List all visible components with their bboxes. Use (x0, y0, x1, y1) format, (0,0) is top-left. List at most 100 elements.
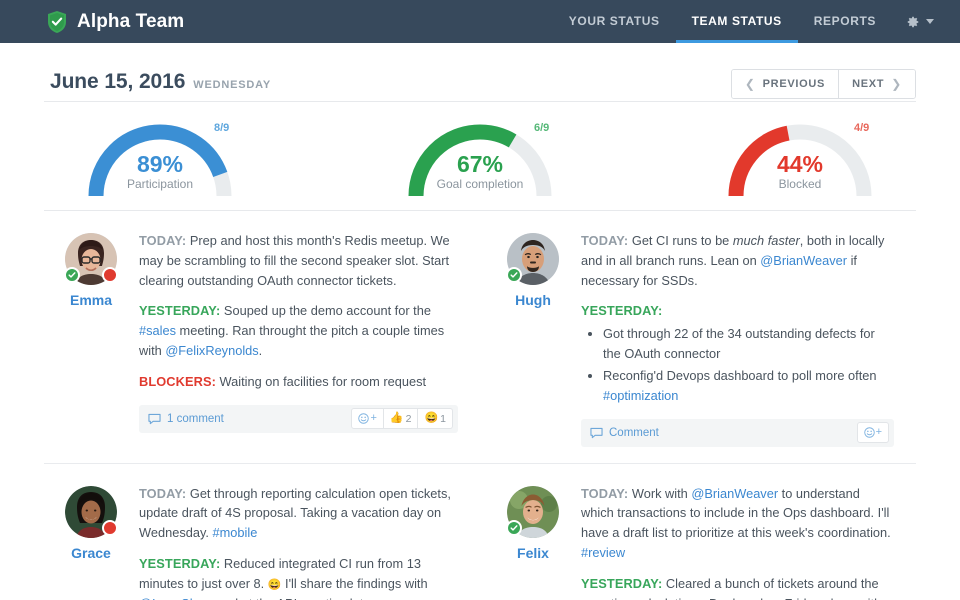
user-name[interactable]: Hugh (502, 292, 564, 308)
yesterday-text-c: and at the API meeting later. (213, 596, 378, 600)
brand-name: Alpha Team (77, 10, 185, 32)
today-paragraph: TODAY: Prep and host this month's Redis … (139, 231, 458, 290)
hashtag-link[interactable]: #sales (139, 323, 176, 338)
reactions-group: + (856, 422, 889, 444)
gauge-value: 67% (456, 151, 504, 177)
yesterday-paragraph: YESTERDAY: (581, 301, 894, 321)
today-text-a: Get CI runs to be (631, 233, 733, 248)
today-label: TODAY: (139, 233, 187, 248)
blockers-label: BLOCKERS: (139, 373, 216, 389)
status-card-hugh: Hugh TODAY: Get CI runs to be much faste… (480, 211, 916, 463)
hashtag-link[interactable]: #mobile (213, 525, 258, 540)
next-button[interactable]: NEXT ❯ (838, 70, 915, 98)
yesterday-label: YESTERDAY: (139, 303, 221, 319)
today-paragraph: TODAY: Get through reporting calculation… (139, 484, 458, 543)
today-label: TODAY: (581, 233, 629, 248)
add-reaction-icon: + (358, 412, 377, 425)
comments-count-label: 1 comment (167, 412, 224, 425)
gauge-blocked: 44% Blocked 4/9 (640, 116, 960, 204)
brand[interactable]: Alpha Team (46, 10, 184, 34)
reaction-thumbsup[interactable]: 👍 2 (383, 408, 419, 430)
bullet-text: Reconfig'd Devops dashboard to poll more… (603, 367, 877, 383)
yesterday-paragraph: YESTERDAY: Cleared a bunch of tickets ar… (581, 574, 894, 600)
page-title: June 15, 2016 (50, 70, 186, 93)
thumbsup-emoji: 👍 (389, 412, 404, 425)
status-badge-blocked-dot (102, 519, 118, 536)
blockers-text: Waiting on facilities for room request (219, 373, 427, 389)
date-header-row: June 15, 2016 WEDNESDAY ❮ PREVIOUS NEXT … (0, 43, 960, 101)
status-card-felix: Felix TODAY: Work with @BrianWeaver to u… (480, 464, 916, 600)
today-text-a: Get through reporting calculation open t… (139, 485, 451, 541)
plus-glyph: + (370, 412, 377, 425)
status-card-grace: Grace TODAY: Get through reporting calcu… (44, 464, 480, 600)
reaction-grin[interactable]: 😄 1 (418, 408, 453, 430)
grin-emoji: 😄 (424, 412, 439, 425)
status-badge-check-icon (64, 267, 80, 283)
gauge-label: Blocked (778, 177, 822, 192)
gauge-value: 89% (136, 151, 184, 177)
reaction-count: 1 (440, 412, 446, 425)
gauge-goal-completion: 67% Goal completion 6/9 (320, 116, 640, 204)
gauge-ratio: 8/9 (214, 122, 230, 134)
yesterday-label: YESTERDAY: (581, 575, 663, 591)
gear-icon (906, 15, 920, 29)
today-label: TODAY: (139, 485, 187, 501)
mention-link[interactable]: @BrianWeaver (760, 253, 847, 268)
today-paragraph: TODAY: Get CI runs to be much faster, bo… (581, 231, 894, 290)
status-body: TODAY: Prep and host this month's Redis … (139, 231, 458, 447)
card-action-bar: 1 comment + 👍 2 😄 1 (139, 404, 458, 433)
add-reaction-icon: + (863, 427, 882, 438)
yesterday-text-a: Souped up the demo account for the (223, 303, 431, 319)
user-name[interactable]: Felix (502, 545, 564, 561)
settings-menu-button[interactable] (892, 15, 942, 29)
status-body: TODAY: Get CI runs to be much faster, bo… (581, 231, 894, 447)
comments-button[interactable]: 1 comment (148, 413, 224, 425)
hashtag-link[interactable]: #review (581, 545, 625, 560)
grin-emoji: 😄 (267, 578, 282, 591)
status-body: TODAY: Get through reporting calculation… (139, 484, 458, 600)
add-reaction-button[interactable]: + (351, 408, 384, 430)
mention-link[interactable]: @BrianWeaver (691, 486, 778, 501)
top-navigation-bar: Alpha Team YOUR STATUS TEAM STATUS REPOR… (0, 0, 960, 43)
status-badge-blocked-dot (102, 267, 118, 283)
nav-item-your-status[interactable]: YOUR STATUS (553, 0, 676, 43)
previous-button-label: PREVIOUS (762, 78, 826, 90)
shield-check-icon (46, 10, 68, 34)
comments-button[interactable]: Comment (590, 427, 659, 439)
nav-item-team-status[interactable]: TEAM STATUS (675, 0, 798, 43)
user-name[interactable]: Grace (60, 545, 122, 561)
date-pager: ❮ PREVIOUS NEXT ❯ (730, 69, 916, 99)
today-paragraph: TODAY: Work with @BrianWeaver to underst… (581, 484, 894, 563)
metrics-gauges: 89% Participation 8/9 67% Goal completio… (0, 102, 960, 210)
today-label: TODAY: (581, 485, 629, 501)
add-reaction-button[interactable]: + (856, 422, 889, 444)
reaction-count: 2 (405, 412, 412, 425)
yesterday-paragraph: YESTERDAY: Reduced integrated CI run fro… (139, 554, 458, 600)
status-body: TODAY: Work with @BrianWeaver to underst… (581, 484, 894, 600)
avatar-column: Emma (60, 231, 122, 447)
gauge-participation: 89% Participation 8/9 (0, 116, 320, 204)
gauge-ratio: 4/9 (854, 122, 870, 134)
next-button-label: NEXT (852, 78, 885, 90)
status-badge-check-icon (506, 267, 522, 283)
user-name[interactable]: Emma (60, 292, 122, 308)
mention-link[interactable]: @IreneShaw (139, 596, 213, 600)
weekday-label: WEDNESDAY (193, 79, 271, 91)
comments-count-label: Comment (609, 426, 659, 439)
avatar-column: Felix (502, 484, 564, 600)
hashtag-link[interactable]: #optimization (603, 388, 678, 403)
gauge-value: 44% (776, 151, 824, 177)
status-badge-check-icon (506, 519, 522, 536)
card-action-bar: Comment + (581, 418, 894, 447)
mention-link[interactable]: @FelixReynolds (165, 343, 258, 358)
nav-item-reports[interactable]: REPORTS (798, 0, 892, 43)
status-row: Grace TODAY: Get through reporting calcu… (44, 464, 916, 600)
status-grid: Emma TODAY: Prep and host this month's R… (0, 211, 960, 600)
list-item: Got through 22 of the 34 outstanding def… (603, 324, 894, 364)
yesterday-label: YESTERDAY: (139, 556, 221, 572)
yesterday-text-c: . (258, 343, 263, 359)
today-text: Prep and host this month's Redis meetup.… (139, 233, 450, 288)
previous-button[interactable]: ❮ PREVIOUS (731, 70, 839, 98)
gauge-ratio: 6/9 (534, 122, 550, 134)
chevron-left-icon: ❮ (744, 77, 756, 91)
